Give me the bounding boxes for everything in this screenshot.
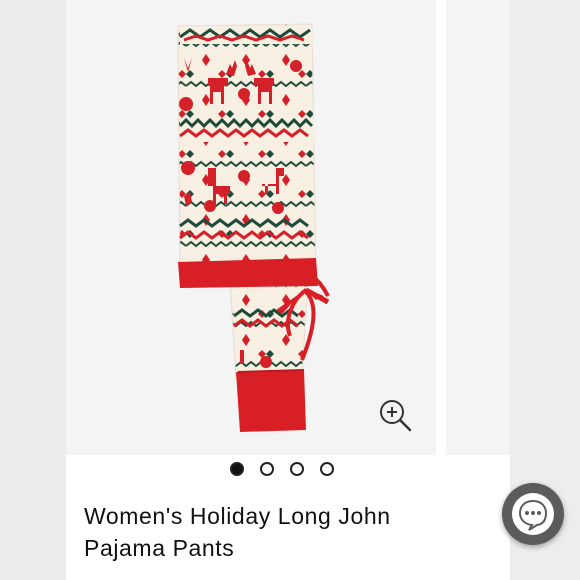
zoom-in-button[interactable] — [378, 398, 414, 434]
product-card: Women's Holiday Long John Pajama Pants — [66, 0, 564, 580]
image-carousel-dots — [230, 462, 334, 482]
carousel-dot-4[interactable] — [320, 462, 334, 476]
carousel-dot-3[interactable] — [290, 462, 304, 476]
adjacent-image-left — [0, 0, 66, 580]
carousel-dot-2[interactable] — [260, 462, 274, 476]
product-image-area[interactable] — [66, 0, 510, 455]
chat-button[interactable] — [502, 483, 564, 545]
image-divider — [436, 0, 446, 455]
carousel-dot-1[interactable] — [230, 462, 244, 476]
chat-bubble-icon — [512, 493, 554, 535]
zoom-in-icon — [380, 400, 412, 432]
product-title: Women's Holiday Long John Pajama Pants — [84, 503, 391, 561]
